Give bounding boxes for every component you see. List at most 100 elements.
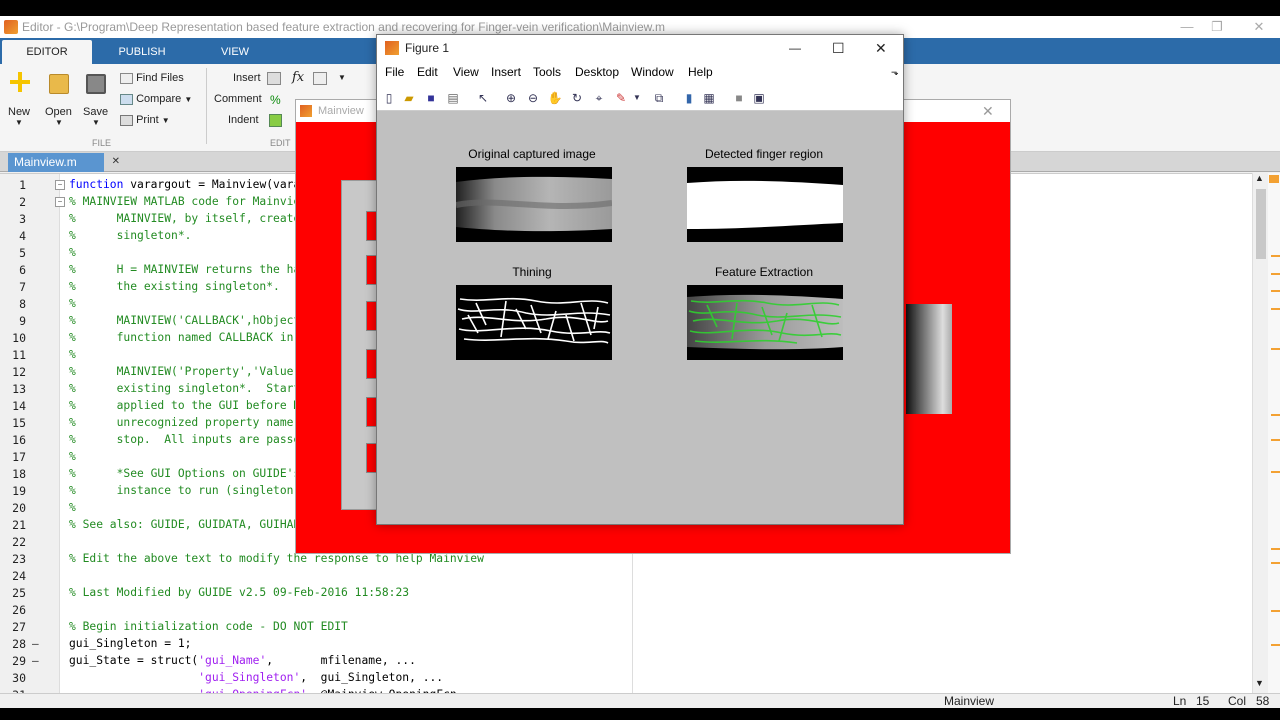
comment-button[interactable]: Comment [214, 93, 262, 105]
figure-window[interactable]: Figure 1 — ☐ ✕ File Edit View Insert Too… [376, 34, 904, 525]
close-button[interactable]: ✕ [1244, 16, 1274, 38]
insert-button[interactable]: Insert [233, 72, 261, 84]
menu-insert[interactable]: Insert [491, 65, 521, 79]
breakpoint-marker[interactable]: – [32, 637, 40, 650]
save-icon [86, 74, 106, 94]
code-line[interactable]: % [69, 450, 76, 463]
code-line[interactable]: % the existing singleton*. [69, 280, 280, 293]
warning-marker[interactable] [1271, 273, 1280, 275]
menu-help[interactable]: Help [688, 65, 713, 79]
link-plot-icon[interactable]: ⧉ [651, 90, 667, 106]
warning-marker[interactable] [1271, 290, 1280, 292]
open-file-icon[interactable]: ▰ [401, 90, 417, 106]
axes-title-feature: Feature Extraction [714, 265, 814, 279]
fold-toggle-icon[interactable]: − [55, 180, 65, 190]
pan-icon[interactable]: ✋ [547, 90, 563, 106]
save-button[interactable]: Save ▼ [82, 70, 112, 130]
code-line[interactable]: % [69, 297, 76, 310]
mainview-finger-image [906, 304, 952, 414]
show-tools-icon[interactable]: ▣ [751, 90, 767, 106]
chevron-down-icon[interactable]: ▼ [629, 90, 645, 106]
figure-maximize-button[interactable]: ☐ [832, 35, 845, 61]
code-line[interactable]: % singleton*. [69, 229, 191, 242]
maximize-button[interactable]: ❐ [1202, 16, 1232, 38]
menu-view[interactable]: View [453, 65, 479, 79]
tab-publish[interactable]: PUBLISH [96, 40, 188, 64]
indent-icon[interactable] [269, 114, 282, 127]
warning-marker[interactable] [1271, 562, 1280, 564]
fx-icon[interactable]: fx [292, 70, 304, 85]
line-number: 18 [12, 467, 26, 481]
line-number: 10 [12, 331, 26, 345]
scroll-up-icon[interactable]: ▲ [1255, 173, 1264, 183]
warning-marker[interactable] [1271, 255, 1280, 257]
figure-minimize-button[interactable]: — [789, 35, 801, 61]
legend-icon[interactable]: ▦ [701, 90, 717, 106]
warning-marker[interactable] [1271, 308, 1280, 310]
close-tab-icon[interactable]: ✕ [112, 153, 120, 171]
new-figure-icon[interactable]: ▯ [381, 90, 397, 106]
zoom-out-icon[interactable]: ⊖ [525, 90, 541, 106]
tab-editor[interactable]: EDITOR [2, 40, 92, 64]
menu-window[interactable]: Window [631, 65, 674, 79]
percent-icon[interactable]: % [270, 93, 281, 107]
scroll-thumb[interactable] [1256, 189, 1266, 259]
print-figure-icon[interactable]: ▤ [445, 90, 461, 106]
insert-section-icon[interactable] [267, 72, 281, 85]
section-file-label: FILE [92, 138, 112, 148]
chevron-down-icon[interactable]: ▼ [338, 73, 346, 82]
mainview-close-button[interactable]: ✕ [982, 100, 994, 122]
code-line[interactable]: % See also: GUIDE, GUIDATA, GUIHANDLES [69, 518, 327, 531]
code-line[interactable]: 'gui_Singleton', gui_Singleton, ... [69, 671, 443, 684]
code-line[interactable]: gui_Singleton = 1; [69, 637, 191, 650]
grid-icon[interactable] [313, 72, 327, 85]
warning-marker[interactable] [1271, 548, 1280, 550]
warning-marker[interactable] [1271, 644, 1280, 646]
code-line[interactable]: gui_State = struct('gui_Name', mfilename… [69, 654, 416, 667]
rotate-icon[interactable]: ↻ [569, 90, 585, 106]
warning-marker[interactable] [1271, 471, 1280, 473]
doc-tab-mainview[interactable]: Mainview.m ✕ [8, 153, 120, 172]
tab-view[interactable]: VIEW [194, 40, 276, 64]
line-number: 7 [19, 280, 26, 294]
line-number: 20 [12, 501, 26, 515]
warning-marker[interactable] [1271, 348, 1280, 350]
code-line[interactable]: % [69, 246, 76, 259]
indent-button[interactable]: Indent [228, 114, 259, 126]
fold-toggle-icon[interactable]: − [55, 197, 65, 207]
breakpoint-marker[interactable]: – [32, 654, 40, 667]
print-button[interactable]: Print ▼ [120, 114, 170, 126]
vertical-scrollbar[interactable]: ▲ ▼ [1252, 173, 1268, 693]
compare-button[interactable]: Compare ▼ [120, 93, 192, 105]
warning-marker[interactable] [1271, 439, 1280, 441]
data-cursor-icon[interactable]: ⌖ [591, 90, 607, 106]
ribbon-divider [206, 68, 207, 144]
menu-desktop[interactable]: Desktop [575, 65, 619, 79]
code-line[interactable]: % Last Modified by GUIDE v2.5 09-Feb-201… [69, 586, 409, 599]
code-line[interactable]: % [69, 501, 76, 514]
chevron-down-icon: ▼ [92, 118, 100, 127]
figure-close-button[interactable]: ✕ [875, 35, 887, 61]
warning-marker[interactable] [1271, 610, 1280, 612]
code-line[interactable]: % [69, 348, 76, 361]
dock-icon[interactable]: ⬎ [891, 67, 899, 78]
colorbar-icon[interactable]: ▮ [681, 90, 697, 106]
line-number: 12 [12, 365, 26, 379]
brush-icon[interactable]: ✎ [613, 90, 629, 106]
zoom-in-icon[interactable]: ⊕ [503, 90, 519, 106]
code-line[interactable]: % Begin initialization code - DO NOT EDI… [69, 620, 348, 633]
pointer-icon[interactable]: ↖ [475, 90, 491, 106]
status-indicator [1269, 175, 1279, 183]
find-files-button[interactable]: Find Files [120, 72, 184, 84]
warning-marker[interactable] [1271, 414, 1280, 416]
save-figure-icon[interactable]: ■ [423, 90, 439, 106]
menu-file[interactable]: File [385, 65, 404, 79]
hide-tools-icon[interactable]: ■ [731, 90, 747, 106]
minimize-button[interactable]: — [1172, 16, 1202, 38]
new-button[interactable]: New ▼ [6, 70, 34, 130]
code-line[interactable]: % instance to run (singleton)". [69, 484, 314, 497]
open-button[interactable]: Open ▼ [44, 70, 76, 130]
menu-tools[interactable]: Tools [533, 65, 561, 79]
scroll-down-icon[interactable]: ▼ [1255, 678, 1264, 688]
menu-edit[interactable]: Edit [417, 65, 438, 79]
